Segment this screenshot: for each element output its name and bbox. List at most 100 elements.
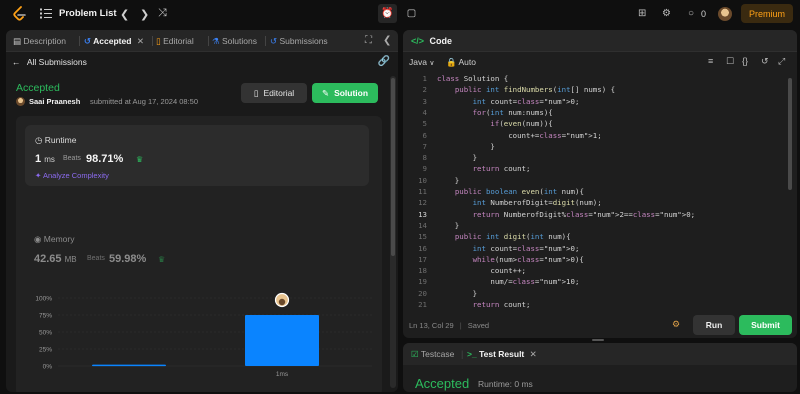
code-icon: </> — [411, 36, 425, 46]
x-tick-label: 1ms — [276, 371, 289, 378]
streak-flame-icon[interactable]: ○ — [688, 8, 694, 19]
code-editor-panel: </> Code Java ∨ 🔒 Auto ≡ ☐ {} ↺ ⤢ 1 class… — [403, 30, 797, 338]
code-line[interactable]: 13 return NumberofDigit%class="num">2==c… — [403, 209, 783, 220]
code-line[interactable]: 8 } — [403, 152, 783, 163]
collapse-panel-icon[interactable]: ❮ — [383, 35, 391, 46]
submit-button[interactable]: Submit — [739, 315, 792, 335]
all-submissions-link[interactable]: ← All Submissions — [12, 57, 87, 67]
code-line[interactable]: 17 while(num>class="num">0){ — [403, 254, 783, 265]
share-link-icon[interactable]: 🔗 — [378, 56, 390, 67]
code-line[interactable]: 5 if(even(num)){ — [403, 118, 783, 129]
resize-handle[interactable] — [592, 339, 604, 341]
code-line[interactable]: 16 int count=class="num">0; — [403, 243, 783, 254]
tab-description[interactable]: ▤ Description — [13, 36, 66, 47]
description-icon: ▤ — [13, 36, 22, 46]
submission-panel: ▤ Description ↺ Accepted ✕ ▯ Editorial ⚗… — [6, 30, 398, 392]
code-line[interactable]: 1 class Solution { — [403, 73, 783, 84]
code-line[interactable]: 14 } — [403, 220, 783, 231]
code-line[interactable]: 2 public int findNumbers(int[] nums) { — [403, 84, 783, 95]
result-runtime: Runtime: 0 ms — [478, 379, 533, 389]
runtime-distribution-chart[interactable]: 0% 25% 50% 75% 100% 1ms — [16, 286, 382, 392]
logo-icon[interactable] — [12, 6, 28, 22]
tab-accepted[interactable]: ↺ Accepted ✕ — [84, 36, 144, 47]
braces-icon[interactable]: {} — [742, 56, 748, 66]
memory-label[interactable]: ◉ Memory — [34, 234, 75, 245]
line-number: 19 — [418, 277, 427, 287]
code-line[interactable]: 20 } — [403, 288, 783, 299]
code-text: public boolean even(int num){ — [454, 187, 584, 196]
timer-button[interactable]: ⏰ — [378, 4, 397, 23]
auto-mode-toggle[interactable]: 🔒 Auto — [446, 57, 476, 68]
premium-button[interactable]: Premium — [741, 4, 793, 23]
notes-button[interactable]: ▢ — [402, 4, 421, 23]
code-line[interactable]: 10 } — [403, 175, 783, 186]
problem-list-link[interactable]: Problem List — [59, 8, 117, 19]
alarm-clock-icon: ⏰ — [381, 8, 394, 19]
submitter-name[interactable]: Saai Praanesh — [29, 97, 80, 106]
tab-divider — [79, 36, 80, 46]
book-icon: ▯ — [253, 87, 259, 98]
next-problem-icon[interactable]: ❯ — [140, 8, 149, 21]
code-text: return NumberofDigit%class="num">2==clas… — [472, 209, 696, 219]
code-line[interactable]: 9 return count; — [403, 163, 783, 174]
problem-list-icon[interactable] — [40, 8, 52, 19]
code-text: } — [437, 175, 460, 185]
tab-submissions[interactable]: ↺ Submissions — [270, 36, 328, 47]
bookmark-icon[interactable]: ☐ — [726, 56, 734, 67]
line-number: 18 — [418, 266, 427, 276]
code-line[interactable]: 19 num/=class="num">10; — [403, 276, 783, 287]
result-status: Accepted — [415, 376, 470, 391]
editor-scrollbar[interactable] — [788, 78, 792, 190]
line-number: 20 — [418, 288, 427, 298]
shuffle-icon[interactable]: ⤨ — [158, 7, 167, 20]
cursor-position: Ln 13, Col 29 — [409, 321, 454, 330]
code-text: count++; — [437, 266, 526, 276]
debug-icon[interactable]: ⚙ — [672, 319, 680, 330]
tab-solutions[interactable]: ⚗ Solutions — [212, 36, 257, 47]
fullscreen-icon[interactable]: ⤢ — [778, 56, 785, 67]
maximize-icon[interactable]: ⛶ — [365, 35, 372, 46]
reset-icon[interactable]: ↺ — [761, 56, 769, 67]
code-line[interactable]: 3 int count=class="num">0; — [403, 96, 783, 107]
scrollbar-thumb[interactable] — [391, 78, 395, 256]
solution-button[interactable]: ✎ Solution — [312, 83, 378, 103]
code-line[interactable]: 21 return count; — [403, 299, 783, 310]
code-text: if(even(num)){ — [490, 119, 553, 129]
close-tab-icon[interactable]: ✕ — [137, 36, 144, 46]
line-number: 4 — [422, 107, 427, 117]
code-line[interactable]: 11 public boolean even(int num){ — [403, 186, 783, 197]
gear-icon[interactable]: ⚙ — [662, 8, 671, 19]
line-number: 1 — [422, 74, 427, 83]
line-number: 2 — [422, 85, 427, 95]
flask-icon: ⚗ — [212, 36, 220, 46]
tab-divider — [265, 36, 266, 46]
y-tick-label: 75% — [39, 313, 52, 320]
code-line[interactable]: 4 for(int num:nums){ — [403, 107, 783, 118]
analyze-complexity-link[interactable]: ✦ Analyze Complexity — [35, 171, 109, 180]
editorial-button[interactable]: ▯ Editorial — [241, 83, 307, 103]
y-tick-label: 25% — [39, 347, 52, 354]
runtime-card[interactable]: ◷ Runtime 1 ms Beats 98.71% ♛ ✦ Analyze … — [25, 125, 369, 186]
tab-test-result[interactable]: >_ Test Result ✕ — [467, 349, 537, 360]
beats-badge-icon: ♛ — [136, 155, 144, 164]
close-tab-icon[interactable]: ✕ — [530, 349, 537, 359]
code-line[interactable]: 7 } — [403, 141, 783, 152]
line-number: 8 — [422, 153, 427, 163]
code-line[interactable]: 15 public int digit(int num){ — [403, 231, 783, 242]
language-select[interactable]: Java ∨ — [409, 57, 434, 67]
chart-bar — [92, 364, 166, 367]
run-button[interactable]: Run — [693, 315, 735, 335]
code-editor[interactable]: 1 class Solution {2 public int findNumber… — [403, 73, 797, 313]
tab-editorial[interactable]: ▯ Editorial — [156, 36, 194, 47]
line-number: 11 — [418, 187, 427, 196]
user-avatar[interactable] — [718, 7, 732, 21]
tab-testcase[interactable]: ☑ Testcase — [411, 349, 454, 360]
code-text: count+=class="num">1; — [437, 130, 602, 140]
prev-problem-icon[interactable]: ❮ — [120, 8, 129, 21]
code-line[interactable]: 6 count+=class="num">1; — [403, 130, 783, 141]
code-line[interactable]: 18 count++; — [403, 265, 783, 276]
format-icon[interactable]: ≡ — [708, 56, 713, 66]
tab-code[interactable]: </> Code — [411, 36, 452, 46]
code-line[interactable]: 12 int NumberofDigit=digit(num); — [403, 197, 783, 208]
layout-grid-icon[interactable]: ⊞ — [638, 8, 646, 19]
